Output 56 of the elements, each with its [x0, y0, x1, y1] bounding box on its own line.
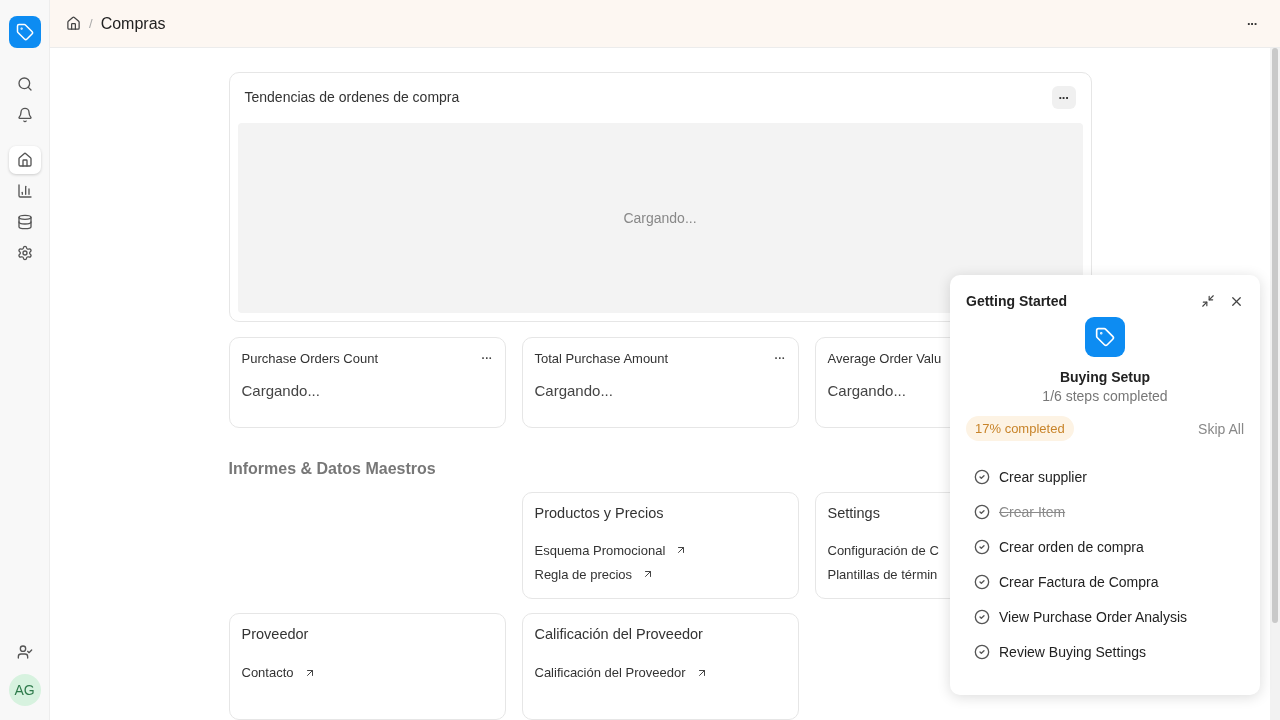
link[interactable]: Calificación del Proveedor [534, 665, 686, 680]
setup-title: Buying Setup [1059, 369, 1151, 385]
sidebar-button[interactable] [8, 145, 41, 174]
card-title: Settings [827, 505, 880, 521]
more-button[interactable]: ··· [481, 352, 493, 364]
steps-count: 1/6 steps completed [1042, 388, 1168, 404]
link[interactable]: Configuración de C [827, 542, 939, 558]
user-check-icon[interactable] [16, 644, 33, 660]
skip-all-button[interactable]: Skip All [1198, 420, 1244, 437]
kpi-title: Purchase Orders Count [241, 350, 379, 366]
more-button[interactable]: ··· [774, 352, 786, 364]
link[interactable]: Esquema Promocional [534, 542, 666, 558]
kpi-title: Total Purchase Amount [534, 350, 669, 366]
kpi-value: Cargando... [534, 382, 613, 399]
search-icon [16, 75, 33, 92]
kpi-title: Average Order Valu [827, 350, 942, 366]
section-title: Informes & Datos Maestros [228, 460, 436, 478]
home-icon [16, 151, 33, 168]
kpi-value: Cargando... [241, 382, 320, 399]
settings-icon [16, 244, 33, 261]
check-circle-icon [974, 538, 990, 555]
check-circle-icon [974, 608, 990, 625]
bar-chart-icon [16, 182, 33, 199]
user-avatar[interactable]: AG [8, 674, 41, 706]
progress-badge: 17% completed [966, 416, 1074, 441]
step-item[interactable]: Crear orden de compra [974, 529, 1244, 564]
link[interactable]: Plantillas de términ [827, 566, 938, 582]
step-item[interactable]: View Purchase Order Analysis [974, 599, 1244, 634]
kpi-value: Cargando... [827, 382, 906, 399]
check-circle-icon [974, 503, 990, 520]
loading-text: Cargando... [623, 210, 697, 226]
step-item[interactable]: Review Buying Settings [974, 634, 1244, 669]
card-title: Proveedor [241, 626, 309, 642]
more-button[interactable]: ··· [1240, 12, 1264, 35]
step-item[interactable]: Crear supplier [974, 459, 1244, 494]
scrollbar[interactable] [1270, 48, 1280, 720]
step-item[interactable]: Crear Factura de Compra [974, 564, 1244, 599]
check-circle-icon [974, 468, 990, 485]
more-button[interactable]: ··· [1051, 85, 1076, 109]
step-item[interactable]: Crear Item [974, 494, 1244, 529]
link[interactable]: Regla de precios [534, 566, 633, 582]
bell-icon [16, 106, 33, 123]
panel-title: Getting Started [966, 293, 1069, 309]
link[interactable]: Contacto [241, 665, 294, 680]
home-icon[interactable] [66, 16, 81, 31]
tag-icon [1085, 317, 1125, 357]
card-title: Calificación del Proveedor [534, 626, 703, 642]
card-title: Tendencias de ordenes de compra [244, 89, 460, 105]
breadcrumb-current: Compras [100, 14, 166, 33]
minimize-button[interactable] [1201, 294, 1215, 308]
check-circle-icon [974, 573, 990, 590]
database-icon [16, 213, 33, 230]
check-circle-icon [974, 643, 990, 660]
breadcrumb-separator: / [89, 16, 93, 31]
app-logo[interactable] [8, 16, 41, 48]
card-title: Productos y Precios [534, 505, 664, 521]
